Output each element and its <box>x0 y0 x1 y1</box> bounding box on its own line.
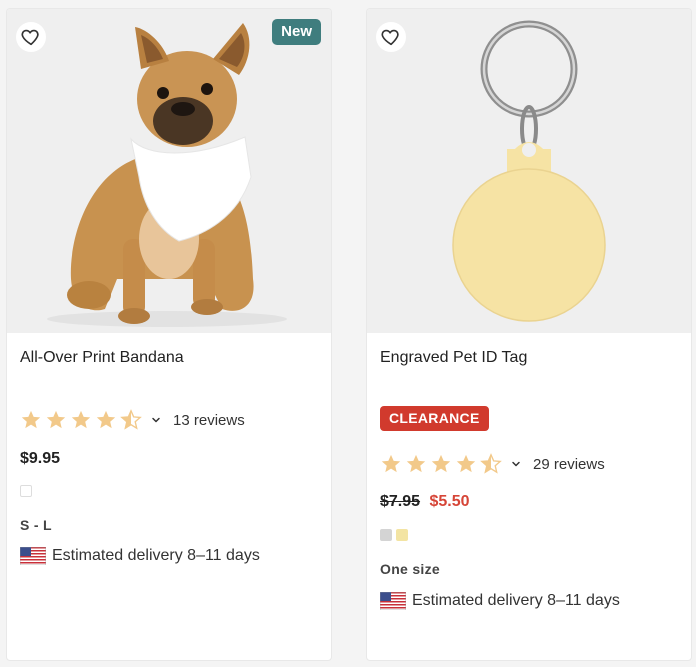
product-image[interactable] <box>367 9 691 333</box>
product-price: $9.95 <box>20 450 61 467</box>
favorite-button[interactable] <box>16 22 46 52</box>
color-swatches <box>380 529 412 541</box>
delivery-estimate: Estimated delivery 8–11 days <box>380 592 620 610</box>
star-icon <box>45 409 67 431</box>
star-rating <box>380 453 505 475</box>
review-count[interactable]: 13 reviews <box>173 412 245 429</box>
product-card[interactable]: New All-Over Print Bandana 13 reviews $9… <box>6 8 332 661</box>
color-swatch-gold[interactable] <box>396 529 408 541</box>
pet-id-tag-image <box>452 20 606 322</box>
original-price: $7.95 <box>380 493 421 510</box>
color-swatches <box>20 485 36 497</box>
star-icon <box>430 453 452 475</box>
size-range: One size <box>380 561 440 577</box>
favorite-button[interactable] <box>376 22 406 52</box>
star-icon <box>405 453 427 475</box>
star-icon <box>455 453 477 475</box>
color-swatch-silver[interactable] <box>380 529 392 541</box>
heart-outline-icon <box>20 26 42 48</box>
us-flag-icon <box>380 592 406 610</box>
product-image[interactable] <box>7 9 331 333</box>
sale-price: $5.50 <box>429 493 470 510</box>
size-range: S - L <box>20 517 52 533</box>
dog-bandana-image <box>47 23 287 327</box>
review-count[interactable]: 29 reviews <box>533 456 605 473</box>
product-title[interactable]: All-Over Print Bandana <box>20 349 184 367</box>
delivery-estimate: Estimated delivery 8–11 days <box>20 547 260 565</box>
delivery-text: Estimated delivery 8–11 days <box>52 547 260 564</box>
star-icon <box>380 453 402 475</box>
us-flag-icon <box>20 547 46 565</box>
product-card[interactable]: Engraved Pet ID Tag CLEARANCE 29 reviews… <box>366 8 692 661</box>
product-price: $7.95 $5.50 <box>380 493 470 511</box>
star-icon <box>95 409 117 431</box>
star-icon <box>70 409 92 431</box>
delivery-text: Estimated delivery 8–11 days <box>412 592 620 609</box>
chevron-down-icon[interactable] <box>511 459 521 469</box>
rating-summary[interactable]: 29 reviews <box>380 453 605 475</box>
star-rating <box>20 409 145 431</box>
color-swatch-white[interactable] <box>20 485 32 497</box>
star-half-icon <box>120 409 142 431</box>
clearance-badge: CLEARANCE <box>380 406 489 431</box>
star-half-icon <box>480 453 502 475</box>
star-icon <box>20 409 42 431</box>
rating-summary[interactable]: 13 reviews <box>20 409 245 431</box>
new-badge: New <box>272 19 321 45</box>
heart-outline-icon <box>380 26 402 48</box>
product-title[interactable]: Engraved Pet ID Tag <box>380 349 527 367</box>
chevron-down-icon[interactable] <box>151 415 161 425</box>
